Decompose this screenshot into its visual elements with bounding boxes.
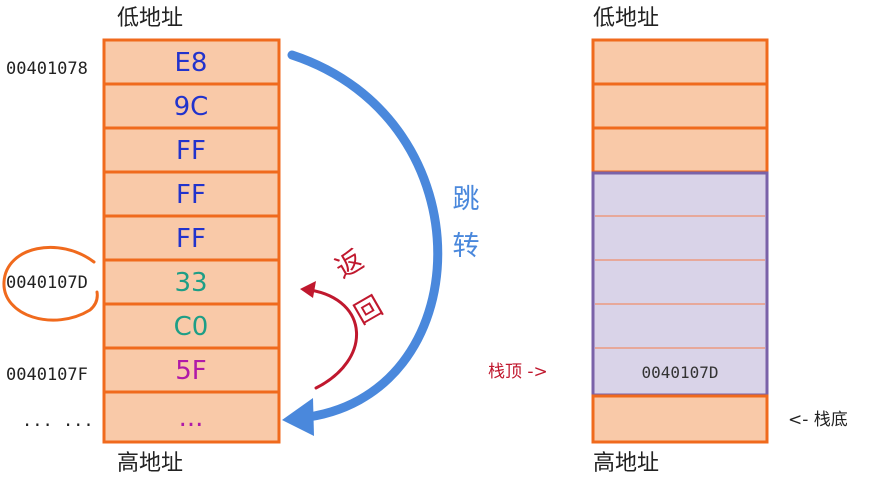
cell-value-4: FF — [176, 224, 206, 254]
return-label-1: 返 — [330, 244, 369, 284]
cell-value-7: 5F — [175, 356, 207, 386]
right-low-address-label: 低地址 — [593, 6, 659, 31]
stack-cell-bottom — [591, 394, 769, 444]
stack-cell-0 — [591, 38, 769, 86]
left-cell-values: E8 9C FF FF FF 33 C0 5F ... — [174, 48, 209, 433]
memory-stack-diagram: 低地址 E8 9C FF FF FF 33 C0 5F ... 00401078… — [2, 6, 848, 476]
return-label-1-wrap: 返 — [330, 244, 369, 284]
address-label-0: 00401078 — [6, 59, 88, 79]
cell-value-2: FF — [176, 136, 206, 166]
return-arrow-head — [300, 281, 316, 298]
address-label-7: 0040107F — [6, 365, 88, 385]
jump-arrow-curve — [287, 50, 443, 423]
cell-value-0: E8 — [175, 48, 208, 78]
address-label-8: ... ... — [22, 411, 94, 431]
return-arrow — [300, 281, 358, 390]
address-label-5: 0040107D — [6, 273, 88, 293]
left-stack: 低地址 E8 9C FF FF FF 33 C0 5F ... 00401078… — [2, 6, 281, 476]
left-addresses: 00401078 0040107D 0040107F ... ... — [6, 59, 94, 431]
cell-value-1: 9C — [174, 92, 209, 122]
cell-value-6: C0 — [174, 312, 209, 342]
jump-arrow-head — [282, 398, 314, 436]
stack-cell-1 — [591, 82, 769, 130]
stack-cell-2 — [591, 126, 769, 174]
right-high-address-label: 高地址 — [593, 451, 659, 476]
jump-label-2: 转 — [453, 231, 480, 262]
stack-bottom-pointer-label: <- 栈底 — [788, 410, 848, 430]
cell-value-8: ... — [179, 403, 204, 433]
stack-top-pointer-label: 栈顶 -> — [488, 362, 548, 382]
cell-value-5: 33 — [174, 268, 207, 298]
jump-arrow — [282, 50, 443, 436]
cell-value-3: FF — [176, 180, 206, 210]
jump-label-1: 跳 — [453, 184, 480, 215]
left-low-address-label: 低地址 — [117, 6, 183, 31]
right-stack: 低地址 0040107D 高地址 栈顶 -> <- 栈底 — [488, 6, 848, 476]
stack-pushed-value: 0040107D — [641, 363, 718, 382]
left-high-address-label: 高地址 — [117, 451, 183, 476]
